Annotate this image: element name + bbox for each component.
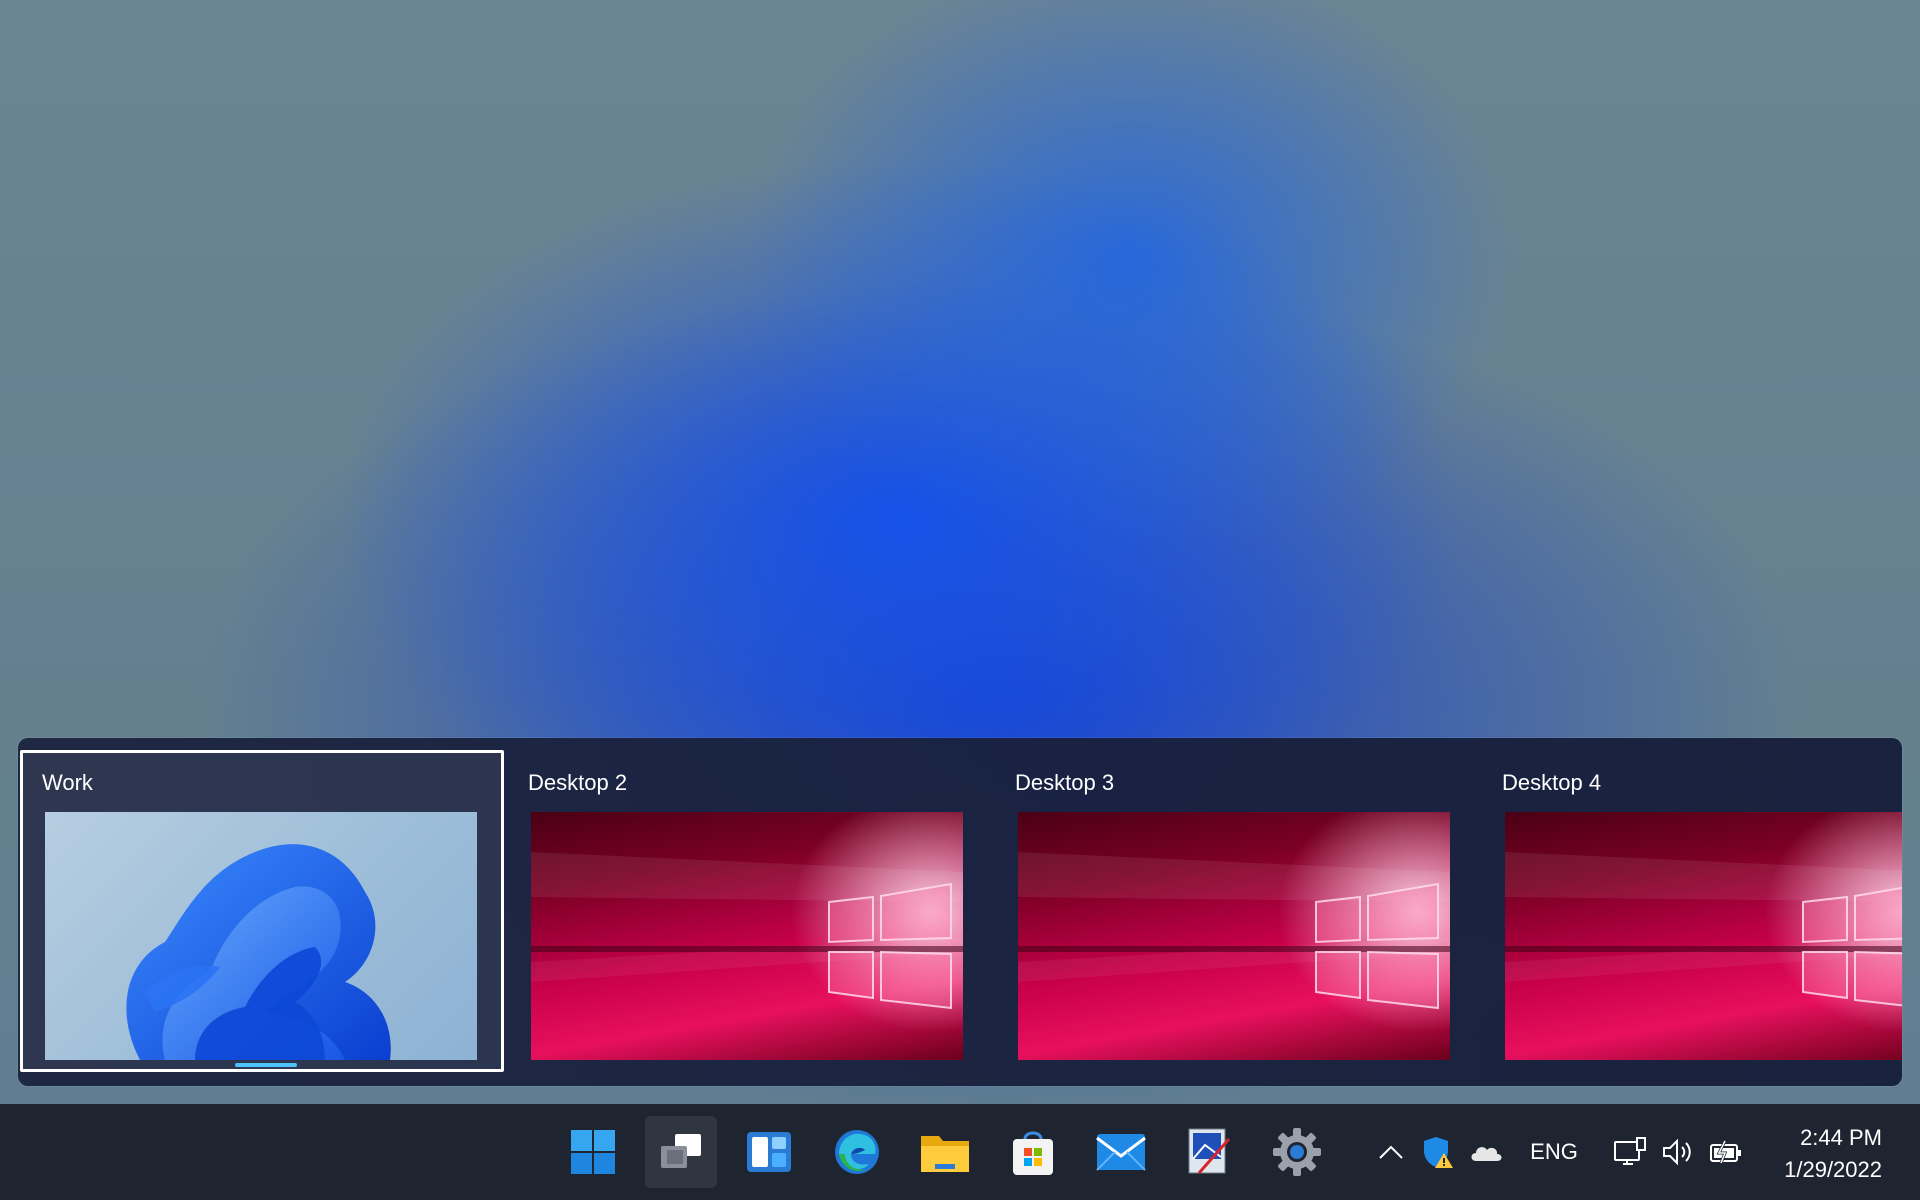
- speaker-icon: [1663, 1138, 1691, 1166]
- desktop-card-work[interactable]: Work: [20, 750, 504, 1072]
- edge-button[interactable]: [821, 1116, 893, 1188]
- virtual-desktops-strip: Work Desktop 2 Desktop 3 Desktop 4: [18, 738, 1902, 1086]
- store-icon: [1013, 1131, 1053, 1175]
- desktop-thumbnail[interactable]: [1505, 812, 1902, 1060]
- start-button[interactable]: [557, 1116, 629, 1188]
- widgets-icon: [747, 1132, 791, 1172]
- desktop-label[interactable]: Desktop 4: [1502, 770, 1601, 796]
- edge-icon: [835, 1130, 879, 1174]
- cloud-icon: [1471, 1147, 1502, 1161]
- network-icon: [1614, 1137, 1646, 1165]
- taskbar: ENG 2:44 PM 1/29/2022: [0, 1104, 1920, 1200]
- language-indicator[interactable]: ENG: [1524, 1104, 1584, 1200]
- desktop-card-3[interactable]: Desktop 3: [993, 750, 1477, 1072]
- widgets-button[interactable]: [733, 1116, 805, 1188]
- mail-button[interactable]: [1085, 1116, 1157, 1188]
- windows-11-bloom-image: [126, 844, 391, 1060]
- folder-icon: [921, 1136, 969, 1172]
- paint-button[interactable]: [1173, 1116, 1245, 1188]
- windows-10-hero-image: [1018, 852, 1450, 1010]
- windows-10-hero-image: [531, 852, 963, 1010]
- onedrive-tray-button[interactable]: [1466, 1104, 1506, 1200]
- gear-icon: [1273, 1128, 1321, 1176]
- active-desktop-indicator: [235, 1063, 297, 1067]
- clock-time: 2:44 PM: [1800, 1125, 1882, 1150]
- chevron-up-icon: [1379, 1145, 1403, 1159]
- desktop-thumbnail[interactable]: [531, 812, 963, 1060]
- store-button[interactable]: [997, 1116, 1069, 1188]
- show-hidden-icons-button[interactable]: [1374, 1104, 1408, 1200]
- clock-date: 1/29/2022: [1784, 1157, 1882, 1182]
- paint-icon: [1188, 1128, 1231, 1174]
- desktop-card-2[interactable]: Desktop 2: [506, 750, 990, 1072]
- clock-button[interactable]: 2:44 PM 1/29/2022: [1784, 1122, 1882, 1186]
- desktop-label[interactable]: Work: [42, 770, 93, 796]
- windows-10-hero-image: [1505, 852, 1902, 1007]
- desktop-label[interactable]: Desktop 2: [528, 770, 627, 796]
- task-view-icon: [661, 1134, 701, 1168]
- settings-button[interactable]: [1261, 1116, 1333, 1188]
- network-tray-button[interactable]: [1610, 1104, 1650, 1200]
- security-tray-button[interactable]: [1420, 1104, 1456, 1200]
- battery-charging-icon: [1710, 1140, 1741, 1164]
- desktop-label[interactable]: Desktop 3: [1015, 770, 1114, 796]
- file-explorer-button[interactable]: [909, 1116, 981, 1188]
- desktop-thumbnail[interactable]: [1018, 812, 1450, 1060]
- shield-warning-icon: [1424, 1137, 1453, 1168]
- battery-tray-button[interactable]: [1706, 1104, 1746, 1200]
- task-view-button[interactable]: [645, 1116, 717, 1188]
- windows-start-icon: [571, 1130, 615, 1174]
- mail-icon: [1096, 1134, 1146, 1171]
- desktop-thumbnail[interactable]: [45, 812, 477, 1060]
- desktop-card-4[interactable]: Desktop 4: [1480, 750, 1902, 1072]
- volume-tray-button[interactable]: [1658, 1104, 1698, 1200]
